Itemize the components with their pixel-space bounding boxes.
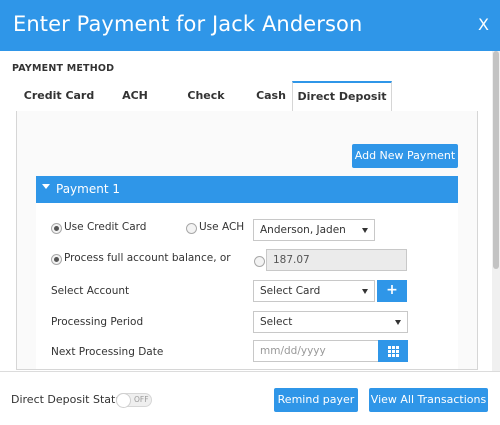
- add-account-button[interactable]: +: [377, 280, 407, 302]
- payment-method-heading: PAYMENT METHOD: [12, 63, 115, 74]
- select-account-dropdown[interactable]: Select Card: [253, 280, 375, 302]
- calendar-grid-icon: [388, 346, 399, 357]
- select-account-value: Select Card: [260, 285, 321, 297]
- next-processing-date-input[interactable]: mm/dd/yyyy: [253, 340, 380, 362]
- view-all-transactions-button[interactable]: View All Transactions: [369, 388, 488, 412]
- payment-method-tabs: Credit Card ACH Check Cash Direct Deposi…: [16, 81, 476, 112]
- processing-period-value: Select: [260, 316, 293, 328]
- tab-check[interactable]: Check: [168, 82, 244, 110]
- toggle-state-text: OFF: [134, 395, 149, 404]
- chevron-down-icon: [362, 228, 368, 233]
- use-credit-card-radio[interactable]: [51, 223, 62, 234]
- payment-section-header[interactable]: Payment 1: [36, 176, 458, 203]
- direct-deposit-status-label: Direct Deposit Status: [11, 393, 129, 406]
- use-credit-card-label: Use Credit Card: [64, 221, 147, 233]
- caret-down-icon: [42, 184, 50, 189]
- processing-period-label: Processing Period: [51, 316, 144, 328]
- process-full-balance-radio[interactable]: [51, 254, 62, 265]
- next-processing-date-label: Next Processing Date: [51, 346, 164, 358]
- scrollbar-thumb[interactable]: [493, 51, 499, 269]
- close-icon[interactable]: X: [478, 15, 489, 34]
- select-account-label: Select Account: [51, 285, 130, 297]
- custom-amount-radio[interactable]: [254, 256, 265, 267]
- tab-direct-deposit[interactable]: Direct Deposit: [292, 81, 392, 112]
- payment-form: Use Credit Card Use ACH Anderson, Jaden …: [36, 203, 458, 369]
- payment-section-title: Payment 1: [56, 182, 120, 196]
- use-ach-label: Use ACH: [199, 221, 245, 233]
- dialog-scrollbar[interactable]: [492, 51, 500, 371]
- calendar-button[interactable]: [378, 340, 408, 362]
- use-ach-radio[interactable]: [186, 223, 197, 234]
- toggle-knob: [116, 393, 131, 408]
- remind-payer-button[interactable]: Remind payer: [274, 388, 358, 412]
- dialog-footer: Direct Deposit Status OFF Remind payer V…: [0, 371, 500, 425]
- direct-deposit-toggle[interactable]: OFF: [116, 393, 152, 408]
- tab-cash[interactable]: Cash: [244, 82, 298, 110]
- processing-period-dropdown[interactable]: Select: [253, 311, 408, 333]
- payer-select[interactable]: Anderson, Jaden: [253, 219, 375, 241]
- amount-input[interactable]: 187.07: [266, 249, 407, 271]
- plus-icon: +: [386, 282, 398, 298]
- tab-ach[interactable]: ACH: [102, 82, 168, 110]
- process-full-balance-label: Process full account balance, or: [64, 252, 231, 264]
- tab-credit-card[interactable]: Credit Card: [16, 82, 102, 110]
- add-new-payment-button[interactable]: Add New Payment: [352, 144, 458, 168]
- dialog-header: Enter Payment for Jack Anderson X: [0, 0, 500, 51]
- chevron-down-icon: [395, 320, 401, 325]
- payer-select-value: Anderson, Jaden: [260, 224, 346, 236]
- chevron-down-icon: [362, 289, 368, 294]
- dialog-title: Enter Payment for Jack Anderson: [13, 12, 363, 36]
